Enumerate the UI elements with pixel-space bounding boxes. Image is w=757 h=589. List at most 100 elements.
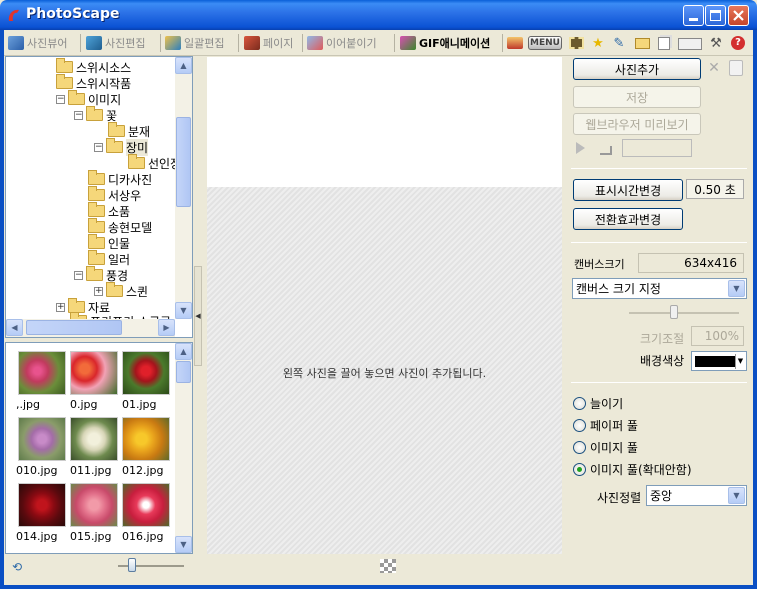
play-icon[interactable] (576, 142, 585, 154)
tree-node[interactable]: 선인장 (128, 154, 181, 171)
stop-icon[interactable] (600, 146, 612, 155)
tree-node[interactable]: 서상우 (88, 186, 141, 203)
thumbnail[interactable] (122, 483, 170, 527)
tab-separator (238, 34, 239, 52)
scroll-up-icon[interactable]: ▲ (175, 57, 192, 74)
radio-circle[interactable] (573, 463, 586, 476)
collapse-icon[interactable]: − (74, 270, 83, 280)
web-preview-button[interactable]: 웹브라우저 미리보기 (573, 113, 701, 135)
close-button[interactable] (728, 5, 749, 26)
tree-node[interactable]: 디카사진 (88, 170, 152, 187)
tree-node[interactable]: − 이미지 (56, 90, 121, 107)
thumbnail[interactable] (18, 417, 66, 461)
scroll-left-icon[interactable]: ◀ (6, 319, 23, 336)
radio-circle[interactable] (573, 397, 586, 410)
thumbnail[interactable] (70, 351, 118, 395)
tree-node[interactable]: 스위시작품 (56, 74, 131, 91)
scroll-thumb[interactable] (176, 361, 191, 383)
settings-icon[interactable]: ⚒ (707, 34, 725, 52)
copy-icon[interactable] (655, 34, 673, 52)
tools-icon[interactable]: ✎ (610, 34, 628, 52)
tree-node[interactable]: 스위시소스 (56, 58, 131, 75)
tab-batch-editor[interactable]: 일괄편집 (165, 33, 224, 53)
scroll-thumb[interactable] (176, 117, 191, 207)
radio-circle[interactable] (573, 441, 586, 454)
thumbnail[interactable] (70, 483, 118, 527)
tree-vertical-scrollbar[interactable]: ▲ ▼ (175, 57, 192, 319)
radio-circle[interactable] (573, 419, 586, 432)
tree-node[interactable]: 소품 (88, 202, 130, 219)
scroll-down-icon[interactable]: ▼ (175, 536, 192, 553)
print-icon[interactable] (506, 34, 524, 52)
change-display-time-button[interactable]: 표시시간변경 (573, 179, 683, 201)
scroll-up-icon[interactable]: ▲ (175, 343, 192, 360)
scroll-right-icon[interactable]: ▶ (158, 319, 175, 336)
folder-icon (86, 106, 103, 121)
save-button[interactable]: 저장 (573, 86, 701, 108)
panel-splitter[interactable]: ◀ (194, 266, 202, 366)
tab-photo-viewer[interactable]: 사진뷰어 (8, 33, 67, 53)
tab-separator (394, 34, 395, 52)
chevron-down-icon[interactable]: ▼ (735, 354, 745, 369)
minimize-button[interactable] (683, 5, 704, 26)
star-icon[interactable]: ★ (589, 34, 607, 52)
size-adjust-field[interactable]: 100% (691, 326, 744, 346)
bg-color-picker[interactable]: ▼ (691, 351, 747, 371)
tab-separator (302, 34, 303, 52)
tree-node[interactable]: − 풍경 (74, 266, 128, 283)
change-transition-button[interactable]: 전환효과변경 (573, 208, 683, 230)
folder-open-icon[interactable] (633, 34, 651, 52)
photo-drop-zone[interactable]: 왼쪽 사진을 끌어 놓으면 사진이 추가됩니다. (207, 187, 562, 554)
chevron-down-icon[interactable]: ▼ (728, 487, 745, 504)
radio-image-fill[interactable]: 이미지 풀 (573, 439, 638, 456)
transparency-icon[interactable] (380, 559, 396, 573)
tab-page[interactable]: 페이지 (244, 33, 293, 53)
expand-icon[interactable]: + (94, 286, 103, 296)
tree-node[interactable]: 일러 (88, 250, 130, 267)
maximize-button[interactable] (705, 5, 726, 26)
thumbnail[interactable] (70, 417, 118, 461)
thumbnail[interactable] (122, 351, 170, 395)
photo-align-select[interactable]: 중앙 ▼ (646, 485, 747, 506)
refresh-icon[interactable]: ⟲ (12, 560, 28, 574)
canvas-size-select[interactable]: 캔버스 크기 지정 ▼ (572, 278, 747, 299)
slider-thumb[interactable] (128, 558, 136, 572)
tree-node[interactable]: 송현모델 (88, 218, 152, 235)
collapse-icon[interactable]: − (94, 142, 103, 152)
help-icon[interactable]: ? (729, 34, 747, 52)
tree-node[interactable]: − 꽃 (74, 106, 117, 123)
remove-icon[interactable]: ✕ (706, 60, 722, 76)
thumbnail[interactable] (18, 483, 66, 527)
chevron-down-icon[interactable]: ▼ (728, 280, 745, 297)
size-slider[interactable] (629, 312, 739, 314)
tab-photo-editor[interactable]: 사진편집 (86, 33, 145, 53)
scroll-down-icon[interactable]: ▼ (175, 302, 192, 319)
radio-image-fill-no-zoom[interactable]: 이미지 풀(확대안함) (573, 461, 692, 478)
tree-node[interactable]: − 장미 (94, 138, 149, 156)
film-icon[interactable] (567, 34, 585, 52)
color-swatch (695, 356, 735, 367)
menu-button[interactable]: MENU (528, 36, 562, 50)
tab-combine[interactable]: 이어붙이기 (307, 33, 377, 53)
tree-node[interactable]: + 스퀸 (94, 282, 149, 299)
tab-gif-animation[interactable]: GIF애니메이션 (400, 33, 490, 53)
thumbnail[interactable] (18, 351, 66, 395)
thumbnail[interactable] (122, 417, 170, 461)
scroll-thumb[interactable] (26, 320, 122, 335)
collapse-icon[interactable]: − (56, 94, 65, 104)
radio-paper-fill[interactable]: 페이퍼 풀 (573, 417, 638, 434)
tree-node[interactable]: 인물 (88, 234, 130, 251)
collapse-icon[interactable]: − (74, 110, 83, 120)
radio-stretch[interactable]: 늘이기 (573, 395, 623, 412)
tree-node-label: 스퀸 (126, 284, 149, 299)
close-icon (733, 10, 744, 21)
expand-icon[interactable]: + (56, 302, 65, 312)
trash-icon[interactable] (729, 60, 743, 76)
tree-node[interactable]: 분재 (108, 122, 150, 139)
tree-horizontal-scrollbar[interactable]: ◀ ▶ (6, 319, 175, 337)
window-mode-icon[interactable] (678, 38, 702, 50)
slider-thumb[interactable] (670, 305, 678, 319)
folder-icon (88, 170, 105, 185)
thumbnail-vertical-scrollbar[interactable]: ▲ ▼ (175, 343, 192, 553)
add-photo-button[interactable]: 사진추가 (573, 58, 701, 80)
